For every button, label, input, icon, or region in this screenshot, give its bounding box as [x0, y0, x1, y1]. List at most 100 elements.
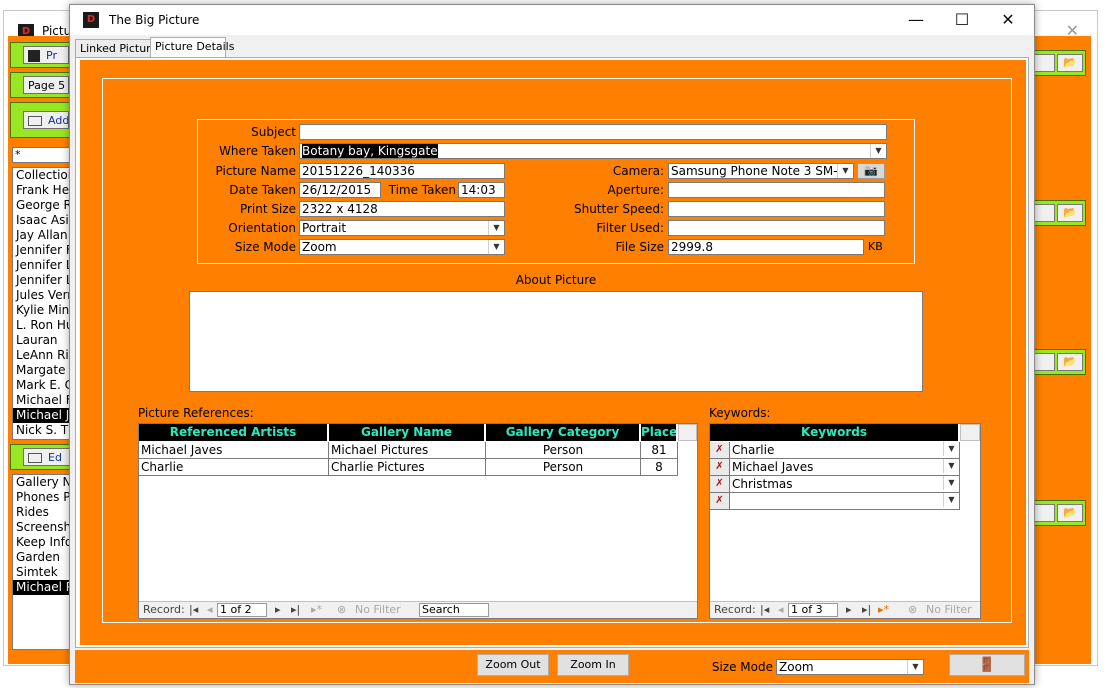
- chevron-down-icon[interactable]: ▼: [837, 164, 853, 178]
- chevron-down-icon[interactable]: ▼: [488, 221, 504, 235]
- new-record-icon[interactable]: ▸*: [878, 602, 889, 618]
- list-item[interactable]: Mark E. C: [13, 378, 71, 393]
- previous-record-icon[interactable]: ◂: [207, 602, 213, 618]
- background-edit-button[interactable]: Ed: [23, 448, 71, 466]
- background-gallery-list[interactable]: Gallery NaPhones PRidesScreenshKeep Info…: [12, 474, 72, 650]
- shutter-speed-input[interactable]: [668, 201, 885, 217]
- list-item[interactable]: Jay Allan: [13, 228, 71, 243]
- tab-linked-picture[interactable]: Linked Picture: [75, 39, 157, 58]
- maximize-button[interactable]: ☐: [939, 5, 985, 35]
- zoom-in-button[interactable]: Zoom In: [557, 654, 629, 676]
- record-position-input[interactable]: 1 of 3: [788, 603, 838, 617]
- list-item[interactable]: Kylie Mino: [13, 303, 71, 318]
- column-header-gallery-name[interactable]: Gallery Name: [329, 424, 486, 441]
- list-item[interactable]: Jules Verr: [13, 288, 71, 303]
- list-item[interactable]: Jennifer F: [13, 243, 71, 258]
- search-input[interactable]: Search: [419, 603, 489, 617]
- list-item[interactable]: Michael Ja: [13, 408, 71, 423]
- list-item[interactable]: Michael P: [13, 580, 71, 595]
- zoom-out-button[interactable]: Zoom Out: [477, 654, 549, 676]
- list-item[interactable]: Frank Her: [13, 183, 71, 198]
- time-taken-input[interactable]: 14:03: [458, 182, 505, 198]
- close-button[interactable]: ✕: [985, 5, 1031, 35]
- chevron-down-icon[interactable]: ▼: [870, 144, 886, 158]
- background-filter-input[interactable]: *: [12, 147, 72, 163]
- table-cell[interactable]: 81: [641, 442, 678, 459]
- background-add-button[interactable]: Add: [23, 111, 69, 129]
- minimize-button[interactable]: —: [893, 5, 939, 35]
- background-people-list[interactable]: Collection Frank Her George R. Isaac Asin Ja…: [12, 167, 72, 440]
- chevron-down-icon[interactable]: ▼: [907, 660, 923, 674]
- folder-open-icon[interactable]: 📂: [1057, 353, 1083, 371]
- list-item[interactable]: Simtek: [13, 565, 71, 580]
- folder-open-icon[interactable]: 📂: [1057, 204, 1083, 222]
- list-item[interactable]: Margate C: [13, 363, 71, 378]
- table-cell[interactable]: Charlie: [139, 459, 329, 476]
- keyword-combo[interactable]: ▼: [730, 493, 960, 510]
- table-cell[interactable]: 8: [641, 459, 678, 476]
- last-record-icon[interactable]: ▸|: [862, 602, 871, 618]
- next-record-icon[interactable]: ▸: [846, 602, 852, 618]
- delete-keyword-icon[interactable]: ✗: [710, 459, 730, 476]
- delete-keyword-icon[interactable]: ✗: [710, 442, 730, 459]
- camera-combo[interactable]: Samsung Phone Note 3 SM-N9 ▼: [668, 163, 854, 179]
- picture-name-input[interactable]: 20151226_140336: [299, 163, 505, 179]
- previous-record-icon[interactable]: ◂: [778, 602, 784, 618]
- no-filter-label[interactable]: No Filter: [926, 602, 972, 618]
- chevron-down-icon[interactable]: ▼: [943, 493, 959, 507]
- folder-open-icon[interactable]: 📂: [1057, 504, 1083, 522]
- file-size-input[interactable]: 2999.8: [668, 239, 864, 255]
- chevron-down-icon[interactable]: ▼: [488, 240, 504, 254]
- list-item[interactable]: Jennifer L: [13, 273, 71, 288]
- list-item[interactable]: Garden: [13, 550, 71, 565]
- where-taken-combo[interactable]: Botany bay, Kingsgate ▼: [299, 143, 887, 159]
- list-item[interactable]: Gallery Na: [13, 475, 71, 490]
- chevron-down-icon[interactable]: ▼: [943, 476, 959, 490]
- list-item[interactable]: L. Ron Hu: [13, 318, 71, 333]
- first-record-icon[interactable]: |◂: [189, 602, 198, 618]
- table-cell[interactable]: Person: [486, 442, 641, 459]
- date-taken-input[interactable]: 26/12/2015: [299, 182, 381, 198]
- orientation-combo[interactable]: Portrait ▼: [299, 220, 505, 236]
- keyword-combo[interactable]: Christmas ▼: [730, 476, 960, 493]
- list-item[interactable]: Nick S. Th: [13, 423, 71, 438]
- filter-used-input[interactable]: [668, 220, 885, 236]
- subject-input[interactable]: [299, 124, 887, 140]
- list-item[interactable]: Phones P: [13, 490, 71, 505]
- table-cell[interactable]: Person: [486, 459, 641, 476]
- table-cell[interactable]: Michael Pictures: [329, 442, 486, 459]
- list-item[interactable]: Screensh: [13, 520, 71, 535]
- list-item[interactable]: Isaac Asin: [13, 213, 71, 228]
- column-header-gallery-category[interactable]: Gallery Category: [486, 424, 641, 441]
- column-header-keywords[interactable]: Keywords: [710, 424, 960, 441]
- list-item[interactable]: Rides: [13, 505, 71, 520]
- no-filter-label[interactable]: No Filter: [355, 602, 401, 618]
- list-item[interactable]: George R.: [13, 198, 71, 213]
- record-position-input[interactable]: 1 of 2: [217, 603, 267, 617]
- last-record-icon[interactable]: ▸|: [291, 602, 300, 618]
- new-record-icon[interactable]: ▸*: [311, 602, 322, 618]
- chevron-down-icon[interactable]: ▼: [943, 459, 959, 473]
- column-header-referenced-artists[interactable]: Referenced Artists: [139, 424, 329, 441]
- print-size-input[interactable]: 2322 x 4128: [299, 201, 505, 217]
- table-cell[interactable]: Charlie Pictures: [329, 459, 486, 476]
- background-page-field[interactable]: Page 5: [23, 76, 69, 94]
- about-picture-textarea[interactable]: [189, 291, 923, 392]
- list-item[interactable]: Collection: [13, 168, 71, 183]
- background-preview-button[interactable]: Pr: [23, 46, 69, 64]
- exit-button[interactable]: 🚪: [949, 654, 1025, 676]
- chevron-down-icon[interactable]: ▼: [943, 442, 959, 456]
- delete-keyword-icon[interactable]: ✗: [710, 476, 730, 493]
- column-header-place[interactable]: Place: [641, 424, 678, 441]
- first-record-icon[interactable]: |◂: [760, 602, 769, 618]
- list-item[interactable]: Michael Fl: [13, 393, 71, 408]
- list-item[interactable]: Keep Info: [13, 535, 71, 550]
- aperture-input[interactable]: [668, 182, 885, 198]
- delete-keyword-icon[interactable]: ✗: [710, 493, 730, 510]
- folder-open-icon[interactable]: 📂: [1057, 54, 1083, 72]
- keyword-combo[interactable]: Charlie ▼: [730, 442, 960, 459]
- bottom-size-mode-combo[interactable]: Zoom ▼: [776, 659, 924, 675]
- list-item[interactable]: Jennifer L: [13, 258, 71, 273]
- list-item[interactable]: Lauran: [13, 333, 71, 348]
- camera-icon[interactable]: 📷: [857, 163, 885, 179]
